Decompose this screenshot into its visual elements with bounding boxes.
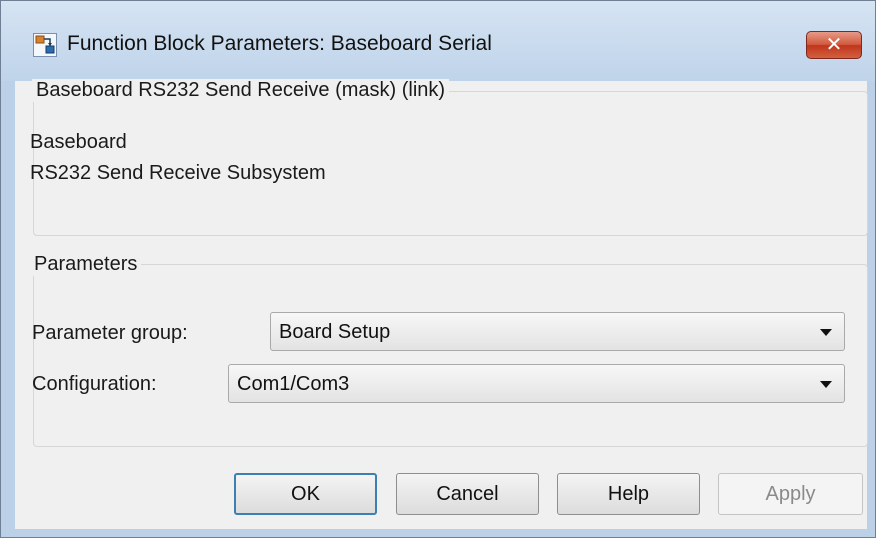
- configuration-value: Com1/Com3: [237, 373, 350, 395]
- parameter-group-dropdown[interactable]: Board Setup: [270, 312, 845, 351]
- simulink-block-icon: [33, 33, 57, 57]
- configuration-label: Configuration:: [32, 373, 157, 395]
- ok-button[interactable]: OK: [234, 473, 377, 515]
- mask-title: Baseboard RS232 Send Receive (mask) (lin…: [32, 79, 450, 102]
- mask-description-line: RS232 Send Receive Subsystem: [30, 162, 326, 184]
- mask-description-group: Baseboard RS232 Send Receive (mask) (lin…: [30, 79, 868, 236]
- mask-description-line: Baseboard: [30, 131, 127, 153]
- dialog-window: Function Block Parameters: Baseboard Ser…: [0, 0, 876, 538]
- parameter-group-label: Parameter group:: [32, 322, 188, 344]
- parameters-group: Parameters Parameter group: Board Setup …: [30, 253, 868, 447]
- configuration-dropdown[interactable]: Com1/Com3: [228, 364, 845, 403]
- cancel-button[interactable]: Cancel: [396, 473, 539, 515]
- parameter-group-value: Board Setup: [279, 321, 391, 343]
- dropdown-arrow-icon: [820, 329, 832, 336]
- apply-button[interactable]: Apply: [718, 473, 863, 515]
- title-bar[interactable]: Function Block Parameters: Baseboard Ser…: [1, 1, 875, 81]
- dialog-content: Baseboard RS232 Send Receive (mask) (lin…: [15, 79, 868, 529]
- close-button[interactable]: ✕: [806, 31, 862, 59]
- window-title: Function Block Parameters: Baseboard Ser…: [67, 32, 492, 55]
- close-icon: ✕: [825, 34, 843, 56]
- parameters-legend: Parameters: [30, 253, 142, 276]
- dropdown-arrow-icon: [820, 381, 832, 388]
- help-button[interactable]: Help: [557, 473, 700, 515]
